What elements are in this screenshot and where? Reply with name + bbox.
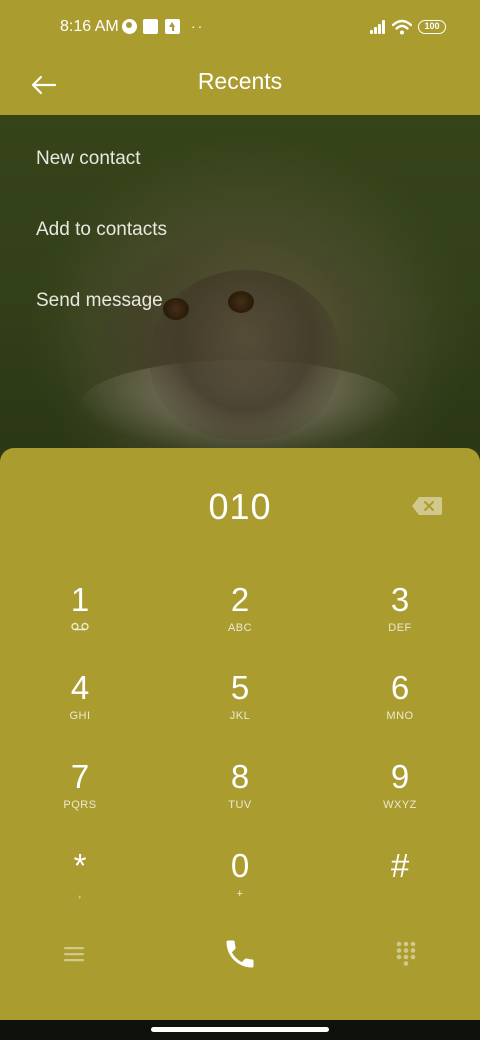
menu-item-add-to-contacts[interactable]: Add to contacts <box>36 219 167 241</box>
dialed-number[interactable]: 010 <box>0 486 480 528</box>
dial-key-8[interactable]: 8 TUV <box>180 758 300 838</box>
notification-upload-icon <box>165 19 180 34</box>
key-letters: ABC <box>227 622 253 634</box>
dial-key-9[interactable]: 9 WXYZ <box>340 758 460 838</box>
app-header: Recents <box>0 55 480 115</box>
dial-key-1[interactable]: 1 <box>20 581 140 661</box>
key-letters: GHI <box>69 710 91 722</box>
key-digit: 6 <box>390 669 410 706</box>
home-indicator[interactable] <box>151 1027 329 1032</box>
key-digit: * <box>73 847 87 884</box>
key-letters: DEF <box>388 622 412 634</box>
wifi-icon <box>392 19 412 35</box>
key-digit: 4 <box>70 669 90 706</box>
key-letters: + <box>236 888 244 900</box>
battery-icon: 100 <box>418 20 446 34</box>
key-digit: 1 <box>70 581 90 618</box>
dial-key-3[interactable]: 3 DEF <box>340 581 460 661</box>
notification-app-icon <box>122 19 137 34</box>
key-digit: 2 <box>230 581 250 618</box>
key-letters: WXYZ <box>383 799 417 811</box>
call-button[interactable] <box>212 930 268 978</box>
key-digit: # <box>390 847 410 884</box>
key-letters <box>340 888 460 902</box>
backspace-icon[interactable] <box>410 494 444 518</box>
key-digit: 5 <box>230 669 250 706</box>
key-digit: 9 <box>390 758 410 795</box>
dial-key-6[interactable]: 6 MNO <box>340 669 460 749</box>
signal-strength-icon <box>370 20 386 34</box>
status-bar: 8:16 AM ·· 100 <box>0 0 480 55</box>
more-notifications-icon: ·· <box>191 18 205 34</box>
voicemail-icon <box>71 622 89 631</box>
key-sub <box>20 622 140 636</box>
key-letters: JKL <box>229 710 251 722</box>
key-digit: 0 <box>230 847 250 884</box>
dial-key-7[interactable]: 7 PQRS <box>20 758 140 838</box>
key-digit: 8 <box>230 758 250 795</box>
phone-icon <box>226 940 254 968</box>
page-title: Recents <box>197 68 283 94</box>
keypad-toggle-button[interactable] <box>384 936 428 972</box>
dial-key-hash[interactable]: # <box>340 847 460 927</box>
dial-key-4[interactable]: 4 GHI <box>20 669 140 749</box>
dialpad-panel: 010 1 2 ABC 3 DEF 4 GHI 5 JKL 6 MNO 7 PQ… <box>0 448 480 1020</box>
menu-item-new-contact[interactable]: New contact <box>36 148 141 170</box>
key-digit: 3 <box>390 581 410 618</box>
key-letters: TUV <box>228 799 252 811</box>
key-letters: PQRS <box>63 799 97 811</box>
screen: 8:16 AM ·· 100 Recents New contact Add t… <box>0 0 480 1040</box>
dial-key-5[interactable]: 5 JKL <box>180 669 300 749</box>
key-digit: 7 <box>70 758 90 795</box>
key-letters: , <box>78 888 82 900</box>
key-letters: MNO <box>386 710 414 722</box>
navigation-bar <box>0 1020 480 1040</box>
dial-key-star[interactable]: * , <box>20 847 140 927</box>
actions-menu: New contact Add to contacts Send message <box>0 115 480 448</box>
hamburger-menu-icon <box>64 947 84 962</box>
menu-item-send-message[interactable]: Send message <box>36 290 163 312</box>
status-time: 8:16 AM <box>60 18 119 35</box>
dialpad-icon <box>396 941 416 966</box>
dial-key-0[interactable]: 0 + <box>180 847 300 927</box>
notification-square-icon <box>143 19 158 34</box>
dial-key-2[interactable]: 2 ABC <box>180 581 300 661</box>
menu-button[interactable] <box>52 936 96 972</box>
